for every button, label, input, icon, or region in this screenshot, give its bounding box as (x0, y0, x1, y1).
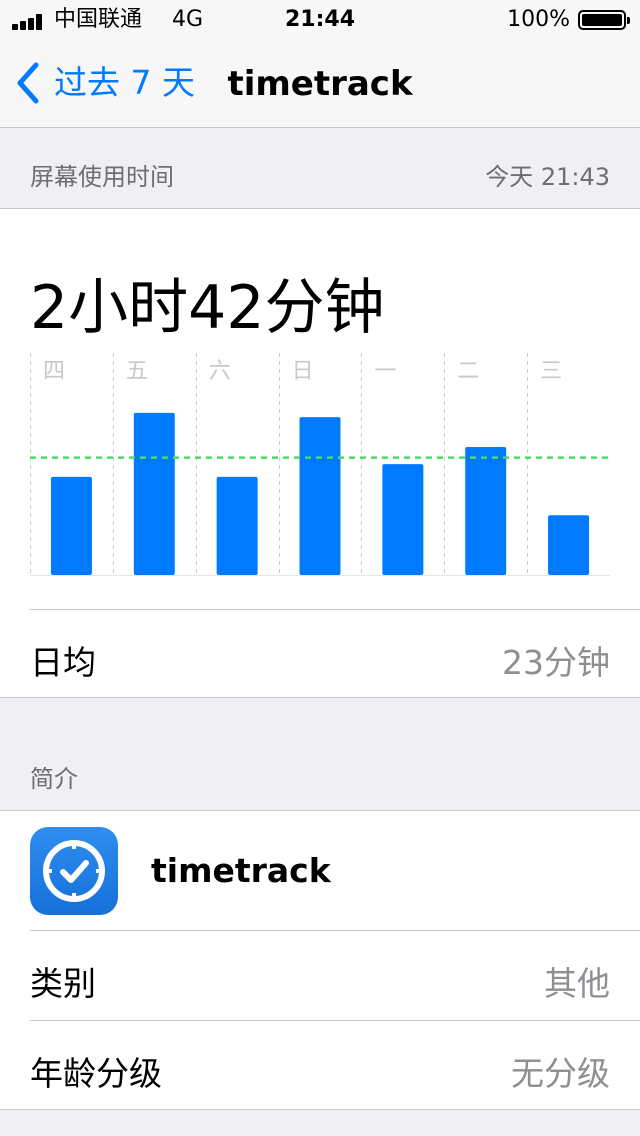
info-section-header: 简介 (0, 730, 640, 810)
chart-day-label: 日 (292, 359, 314, 384)
daily-average-label: 日均 (30, 643, 96, 682)
screen-time-section-header: 屏幕使用时间 今天 21:43 (0, 128, 640, 208)
total-usage-time: 2小时42分钟 (30, 273, 385, 343)
chart-bar (382, 464, 424, 575)
chart-bar (548, 515, 590, 575)
app-info-card: timetrack 类别 其他 年龄分级 无分级 (0, 810, 640, 1110)
chart-canvas: 四五六日一二三 (30, 353, 610, 576)
category-value: 其他 (544, 964, 610, 1003)
chart-bar (133, 412, 175, 575)
section-title: 简介 (30, 765, 78, 793)
daily-average-row: 日均 23分钟 (30, 609, 640, 699)
weekly-usage-chart: 四五六日一二三 (30, 353, 610, 579)
last-updated-timestamp: 今天 21:43 (485, 163, 610, 191)
page-title: timetrack (227, 64, 413, 104)
age-rating-label: 年龄分级 (30, 1054, 162, 1093)
navigation-bar: 过去 7 天 timetrack (0, 40, 640, 128)
chart-day-label: 五 (126, 359, 148, 384)
daily-average-value: 23分钟 (502, 643, 610, 682)
chart-day-label: 一 (374, 359, 396, 384)
clock-check-icon (30, 827, 118, 915)
chart-day-label: 四 (43, 359, 65, 384)
category-label: 类别 (30, 964, 96, 1003)
age-rating-row: 年龄分级 无分级 (30, 1021, 640, 1111)
status-bar: 中国联通 4G 21:44 100% (0, 0, 640, 40)
age-rating-value: 无分级 (511, 1054, 610, 1093)
chart-bar (299, 417, 341, 575)
chart-bar (465, 447, 507, 575)
chart-bar (50, 476, 92, 575)
chart-day-label: 三 (540, 359, 562, 384)
chart-bar (216, 476, 258, 575)
app-row: timetrack (30, 811, 640, 931)
category-row: 类别 其他 (30, 931, 640, 1021)
battery-percentage: 100% (507, 7, 570, 32)
app-name: timetrack (151, 851, 331, 890)
section-title: 屏幕使用时间 (30, 163, 174, 191)
battery-icon (578, 10, 630, 30)
usage-card: 2小时42分钟 四 五 六 日 一 二 三 日均 23分钟 (0, 208, 640, 698)
chart-day-label: 二 (457, 359, 479, 384)
chart-day-label: 六 (209, 359, 231, 384)
